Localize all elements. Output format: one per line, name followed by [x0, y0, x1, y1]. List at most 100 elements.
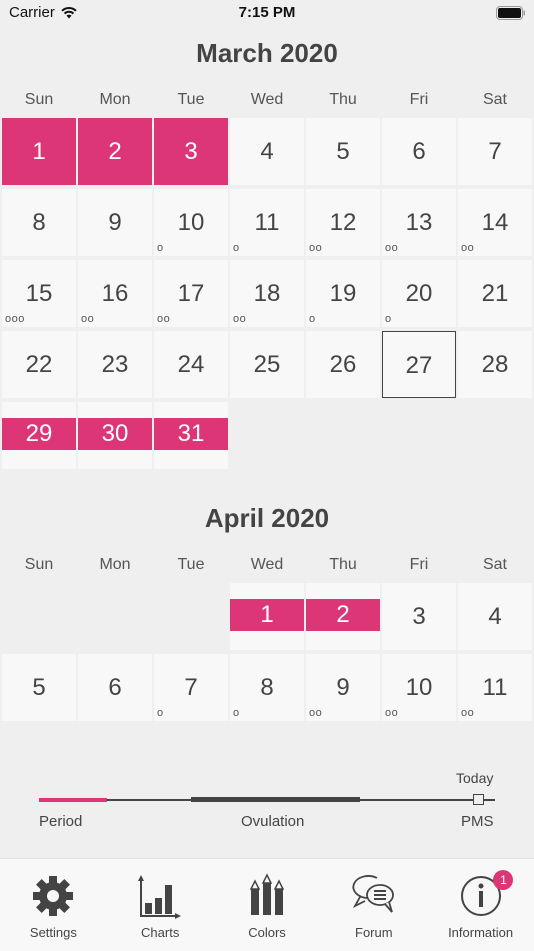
tab-bar: Settings Charts Colors Forum 1 Informati… [0, 858, 534, 951]
day-cell[interactable]: 9 [78, 189, 152, 256]
day-cell[interactable]: 1 [230, 583, 304, 650]
tab-charts[interactable]: Charts [107, 859, 214, 951]
tab-colors[interactable]: Colors [214, 859, 321, 951]
weekday-label: Sat [482, 91, 507, 108]
status-bar: Carrier 7:15 PM [0, 0, 534, 28]
day-cell[interactable]: 11 o [230, 189, 304, 256]
day-cell[interactable]: 26 [306, 331, 380, 398]
day-number: 21 [481, 280, 509, 307]
day-cell[interactable]: 12 oo [306, 189, 380, 256]
legend-ovulation-segment [191, 797, 360, 802]
day-cell[interactable]: 18 oo [230, 260, 304, 327]
day-number: 5 [32, 674, 46, 701]
cycle-legend: Today Period Ovulation PMS [0, 760, 534, 850]
day-cell[interactable]: 11 oo [458, 654, 532, 721]
day-cell[interactable]: 10 o [154, 189, 228, 256]
day-cell[interactable]: 24 [154, 331, 228, 398]
day-cell[interactable]: 2 [306, 583, 380, 650]
legend-today-label: Today [456, 770, 494, 786]
day-number: 8 [32, 209, 46, 236]
day-cell[interactable]: 28 [458, 331, 532, 398]
symptom-dots: oo [385, 242, 399, 254]
day-cell[interactable]: 1 [2, 118, 76, 185]
day-cell[interactable]: 3 [382, 583, 456, 650]
battery-icon [496, 6, 525, 20]
day-cell[interactable]: 5 [2, 654, 76, 721]
tab-information[interactable]: 1 Information [427, 859, 534, 951]
day-cell[interactable]: 25 [230, 331, 304, 398]
symptom-dots: oo [309, 707, 323, 719]
weekday-label: Mon [99, 91, 131, 108]
day-cell[interactable]: 21 [458, 260, 532, 327]
day-cell[interactable]: 23 [78, 331, 152, 398]
day-cell[interactable]: 3 [154, 118, 228, 185]
gear-icon [33, 876, 74, 916]
day-cell[interactable]: 17 oo [154, 260, 228, 327]
day-cell[interactable]: 4 [230, 118, 304, 185]
tab-settings-label: Settings [29, 925, 77, 940]
day-cell[interactable]: 13 oo [382, 189, 456, 256]
day-cell[interactable]: 16 oo [78, 260, 152, 327]
day-number: 29 [25, 420, 53, 447]
symptom-dots: oo [233, 313, 247, 325]
symptom-dots: o [309, 313, 316, 325]
tab-forum-label: Forum [355, 925, 393, 940]
month-section: March 2020 Sun Mon Tue Wed Thu Fri Sat 1 2 3 4 5 6 7 8 9… [0, 28, 534, 469]
day-cell[interactable]: 2 [78, 118, 152, 185]
calendar-scroll-view[interactable]: March 2020 Sun Mon Tue Wed Thu Fri Sat 1 2 3 4 5 6 7 8 9… [0, 28, 534, 740]
symptom-dots: oo [461, 242, 475, 254]
scroll-fade [0, 722, 534, 742]
day-cell[interactable]: 7o [154, 654, 228, 721]
weekday-label: Thu [329, 556, 357, 573]
symptom-dots: o [157, 242, 164, 254]
day-number: 4 [488, 603, 502, 630]
weekday-label: Fri [409, 91, 429, 108]
day-cell[interactable]: 5 [306, 118, 380, 185]
symptom-dots: oo [385, 707, 399, 719]
day-number: 19 [329, 280, 357, 307]
day-cell[interactable]: 8o [230, 654, 304, 721]
weekday-label: Sun [24, 556, 54, 573]
day-cell[interactable]: 10 oo [382, 654, 456, 721]
legend-period-label: Period [39, 813, 83, 830]
day-cell[interactable]: 14 oo [458, 189, 532, 256]
day-cell[interactable]: 9 oo [306, 654, 380, 721]
chat-bubbles-icon [352, 875, 394, 913]
day-number: 2 [336, 601, 350, 628]
day-cell[interactable]: 8 [2, 189, 76, 256]
symptom-dots: o [157, 707, 164, 719]
day-number: 6 [108, 674, 122, 701]
day-number: 7 [184, 674, 198, 701]
legend-period-segment [39, 798, 107, 802]
day-cell[interactable]: 20 o [382, 260, 456, 327]
day-cell-today[interactable]: 27 [382, 331, 456, 398]
day-cell[interactable]: 15 ooo [2, 260, 76, 327]
symptom-dots: oo [81, 313, 95, 325]
day-number: 7 [488, 138, 502, 165]
tab-settings[interactable]: Settings [0, 859, 107, 951]
day-number: 24 [177, 351, 205, 378]
day-number: 23 [101, 351, 129, 378]
symptom-dots: oo [461, 707, 475, 719]
day-cell[interactable]: 6 [78, 654, 152, 721]
day-cell[interactable]: 22 [2, 331, 76, 398]
day-number: 4 [260, 138, 274, 165]
day-number: 3 [412, 603, 426, 630]
day-cell[interactable]: 4 [458, 583, 532, 650]
weekday-label: Wed [250, 556, 284, 573]
day-number: 30 [101, 420, 129, 447]
legend-ovulation-label: Ovulation [241, 813, 305, 830]
day-cell[interactable]: 31 [154, 402, 228, 469]
day-cell[interactable]: 29 [2, 402, 76, 469]
tab-information-label: Information [448, 925, 514, 940]
day-number: 11 [254, 209, 280, 236]
month-title: March 2020 [196, 38, 338, 68]
tab-colors-label: Colors [248, 925, 286, 940]
day-cell[interactable]: 19 o [306, 260, 380, 327]
tab-forum[interactable]: Forum [320, 859, 427, 951]
weekday-label: Sun [24, 91, 54, 108]
day-grid: 1 2 3 4 5 6 7 8 9 10 o 11 o 12 oo 13 oo 14 oo 15 ooo 16 oo 17 oo… [0, 118, 534, 469]
day-cell[interactable]: 30 [78, 402, 152, 469]
day-cell[interactable]: 6 [382, 118, 456, 185]
day-cell[interactable]: 7 [458, 118, 532, 185]
